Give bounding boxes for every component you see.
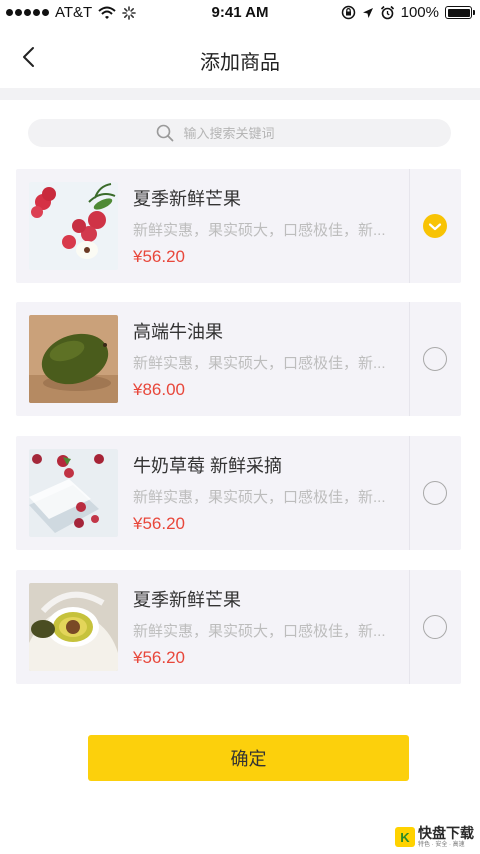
page-title: 添加商品: [200, 52, 280, 74]
product-description: 新鲜实惠，果实硕大，口感极佳，新...: [133, 355, 386, 372]
product-image: [29, 449, 118, 537]
battery-percent: 100%: [400, 4, 439, 21]
product-title: 夏季新鲜芒果: [133, 189, 241, 209]
status-bar: AT&T 9:41 AM 100%: [0, 0, 480, 26]
alarm-icon: [380, 5, 394, 20]
select-checkbox[interactable]: [423, 615, 447, 639]
search-bar[interactable]: [28, 119, 451, 147]
product-image: [29, 583, 118, 671]
watermark-logo: K 快盘下载 特色 · 安全 · 高速: [395, 826, 474, 848]
product-description: 新鲜实惠，果实硕大，口感极佳，新...: [133, 222, 386, 239]
battery-icon: [445, 6, 475, 19]
watermark-text: 快盘下载 特色 · 安全 · 高速: [418, 826, 474, 848]
card-divider: [409, 302, 410, 416]
product-item[interactable]: 牛奶草莓 新鲜采摘 新鲜实惠，果实硕大，口感极佳，新... ¥56.20: [16, 436, 461, 550]
card-divider: [409, 436, 410, 550]
location-icon: [362, 7, 373, 18]
product-title: 牛奶草莓 新鲜采摘: [133, 456, 283, 476]
product-image: [29, 182, 118, 270]
product-item[interactable]: 高端牛油果 新鲜实惠，果实硕大，口感极佳，新... ¥86.00: [16, 302, 461, 416]
product-description: 新鲜实惠，果实硕大，口感极佳，新...: [133, 489, 386, 506]
product-price: ¥56.20: [133, 247, 185, 266]
checkmark-icon: [428, 223, 442, 231]
product-price: ¥56.20: [133, 514, 185, 533]
product-item[interactable]: 夏季新鲜芒果 新鲜实惠，果实硕大，口感极佳，新... ¥56.20: [16, 570, 461, 684]
product-price: ¥56.20: [133, 648, 185, 667]
product-title: 高端牛油果: [133, 322, 223, 342]
section-divider: [0, 88, 480, 100]
battery-level: [447, 8, 470, 17]
watermark-badge: K: [395, 827, 415, 847]
confirm-button[interactable]: 确定: [88, 735, 409, 781]
search-icon: [156, 124, 173, 142]
product-price: ¥86.00: [133, 380, 185, 399]
watermark-sub: 特色 · 安全 · 高速: [418, 842, 465, 848]
rotation-lock-icon: [341, 5, 355, 20]
product-description: 新鲜实惠，果实硕大，口感极佳，新...: [133, 623, 386, 640]
card-divider: [409, 169, 410, 283]
watermark-main: 快盘下载: [418, 825, 474, 841]
card-divider: [409, 570, 410, 684]
product-image: [29, 315, 118, 403]
select-checkbox[interactable]: [423, 481, 447, 505]
nav-bar: 添加商品: [0, 26, 480, 88]
select-checkbox[interactable]: [423, 214, 447, 238]
select-checkbox[interactable]: [423, 347, 447, 371]
product-title: 夏季新鲜芒果: [133, 590, 241, 610]
product-item[interactable]: 夏季新鲜芒果 新鲜实惠，果实硕大，口感极佳，新... ¥56.20: [16, 169, 461, 283]
status-right: 100%: [341, 4, 475, 21]
search-input[interactable]: [183, 125, 324, 141]
